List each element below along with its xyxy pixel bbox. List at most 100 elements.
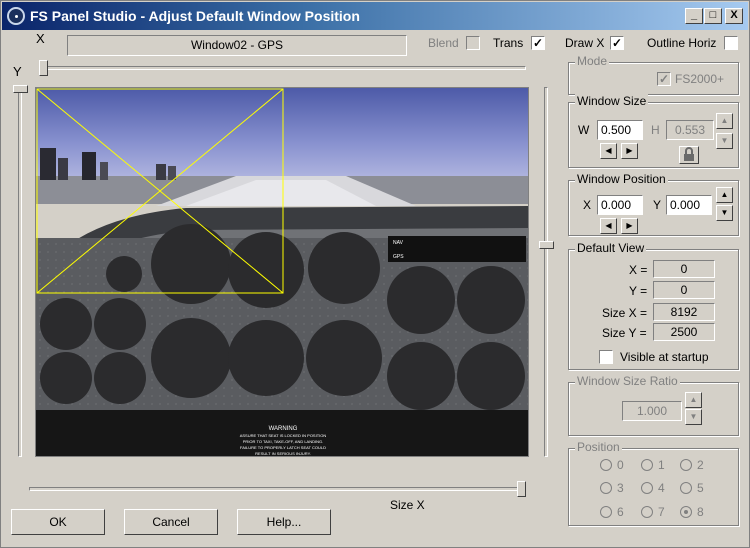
fs2000-checkbox[interactable]: ✓ bbox=[657, 72, 671, 86]
position-x-decrease-button[interactable]: ◀ bbox=[600, 218, 617, 234]
position-radio-7[interactable] bbox=[641, 506, 653, 518]
mode-group: Mode ✓ FS2000+ bbox=[568, 54, 739, 95]
outline-horiz-checkbox[interactable] bbox=[724, 36, 738, 50]
position-radio-0-label: 0 bbox=[617, 458, 624, 472]
close-button[interactable]: X bbox=[725, 8, 743, 24]
ratio-spin-up[interactable]: ▲ bbox=[685, 392, 702, 408]
position-y-input[interactable]: 0.000 bbox=[666, 195, 712, 215]
outline-horiz-label: Outline Horiz bbox=[647, 36, 717, 50]
width-increase-button[interactable]: ▶ bbox=[621, 143, 638, 159]
size-x-label: Size X bbox=[390, 498, 425, 512]
panel-preview[interactable]: NAV GPS WARNING ASSURE THAT SEAT IS LOCK… bbox=[35, 87, 529, 457]
cancel-button[interactable]: Cancel bbox=[124, 509, 218, 535]
warning-line-2: PRIOR TO TAXI, TAKE-OFF, AND LANDING. bbox=[243, 439, 323, 444]
ratio-spin-down[interactable]: ▼ bbox=[685, 409, 702, 425]
default-view-y-label: Y = bbox=[629, 284, 648, 298]
trans-checkbox[interactable]: ✓ bbox=[531, 36, 545, 50]
ratio-input[interactable]: 1.000 bbox=[622, 401, 682, 421]
blend-label: Blend bbox=[428, 36, 459, 50]
position-radio-8-label: 8 bbox=[697, 505, 704, 519]
position-y-spin-up[interactable]: ▲ bbox=[716, 187, 733, 203]
size-x-slider-thumb[interactable] bbox=[517, 481, 526, 497]
window-size-group: Window Size W 0.500 H 0.553 ▲ ▼ ◀ ▶ bbox=[568, 94, 739, 168]
default-view-size-x-value: 8192 bbox=[653, 303, 715, 321]
draw-x-label: Draw X bbox=[565, 36, 605, 50]
lock-aspect-button[interactable] bbox=[679, 146, 699, 164]
position-x-input[interactable]: 0.000 bbox=[597, 195, 643, 215]
position-group: Position 0 1 2 3 4 5 6 7 8 bbox=[568, 440, 739, 526]
size-y-slider-thumb[interactable] bbox=[539, 241, 554, 249]
y-position-slider-thumb[interactable] bbox=[13, 85, 28, 93]
fs2000-label: FS2000+ bbox=[675, 72, 725, 86]
mode-group-title: Mode bbox=[575, 54, 610, 68]
window-size-ratio-group: Window Size Ratio 1.000 ▲ ▼ bbox=[568, 374, 739, 436]
height-spin-down[interactable]: ▼ bbox=[716, 133, 733, 149]
height-input[interactable]: 0.553 bbox=[666, 120, 714, 140]
position-radio-3-label: 3 bbox=[617, 481, 624, 495]
default-view-size-y-label: Size Y = bbox=[602, 326, 647, 340]
window-position-group: Window Position X 0.000 Y 0.000 ▲ ▼ ◀ ▶ bbox=[568, 172, 739, 236]
default-view-x-label: X = bbox=[629, 263, 648, 277]
x-position-slider-track[interactable] bbox=[41, 66, 526, 70]
minimize-button[interactable]: _ bbox=[685, 8, 703, 24]
position-radio-5-label: 5 bbox=[697, 481, 704, 495]
width-input[interactable]: 0.500 bbox=[597, 120, 643, 140]
window-title: FS Panel Studio - Adjust Default Window … bbox=[30, 8, 360, 24]
visible-at-startup-checkbox[interactable] bbox=[599, 350, 613, 364]
warning-line-4: RESULT IN SERIOUS INJURY. bbox=[255, 451, 311, 456]
width-label: W bbox=[578, 123, 590, 137]
gps-label: GPS bbox=[393, 254, 404, 260]
position-radio-6-label: 6 bbox=[617, 505, 624, 519]
default-view-y-value: 0 bbox=[653, 281, 715, 299]
window-size-group-title: Window Size bbox=[575, 94, 649, 108]
position-radio-7-label: 7 bbox=[658, 505, 665, 519]
y-position-slider-track[interactable] bbox=[18, 87, 22, 457]
position-x-increase-button[interactable]: ▶ bbox=[621, 218, 638, 234]
position-radio-2-label: 2 bbox=[697, 458, 704, 472]
warning-title: WARNING bbox=[269, 426, 298, 432]
position-radio-4[interactable] bbox=[641, 482, 653, 494]
position-radio-3[interactable] bbox=[600, 482, 612, 494]
cockpit-preview-image: NAV GPS WARNING ASSURE THAT SEAT IS LOCK… bbox=[36, 88, 528, 456]
draw-x-checkbox[interactable]: ✓ bbox=[610, 36, 624, 50]
position-x-label: X bbox=[583, 198, 592, 212]
ok-button[interactable]: OK bbox=[11, 509, 105, 535]
default-view-group-title: Default View bbox=[575, 241, 647, 255]
window-position-group-title: Window Position bbox=[575, 172, 668, 186]
x-position-slider-thumb[interactable] bbox=[39, 60, 48, 76]
trans-label: Trans bbox=[493, 36, 524, 50]
position-radio-0[interactable] bbox=[600, 459, 612, 471]
position-radio-8[interactable] bbox=[680, 506, 692, 518]
position-radio-4-label: 4 bbox=[658, 481, 665, 495]
width-decrease-button[interactable]: ◀ bbox=[600, 143, 617, 159]
position-group-title: Position bbox=[575, 440, 622, 454]
window-size-ratio-group-title: Window Size Ratio bbox=[575, 374, 680, 388]
title-bar[interactable]: FS Panel Studio - Adjust Default Window … bbox=[2, 2, 748, 30]
default-view-x-value: 0 bbox=[653, 260, 715, 278]
position-radio-6[interactable] bbox=[600, 506, 612, 518]
help-button[interactable]: Help... bbox=[237, 509, 331, 535]
app-icon bbox=[7, 7, 25, 25]
default-view-size-y-value: 2500 bbox=[653, 323, 715, 341]
nav-label: NAV bbox=[393, 240, 404, 246]
lock-icon bbox=[684, 147, 694, 161]
height-spin-up[interactable]: ▲ bbox=[716, 113, 733, 129]
visible-at-startup-label: Visible at startup bbox=[620, 350, 709, 364]
position-radio-2[interactable] bbox=[680, 459, 692, 471]
size-y-slider-track[interactable] bbox=[544, 87, 548, 457]
default-view-group: Default View X = 0 Y = 0 Size X = 8192 S… bbox=[568, 241, 739, 370]
app-window: FS Panel Studio - Adjust Default Window … bbox=[0, 0, 750, 548]
position-y-label: Y bbox=[653, 198, 662, 212]
x-axis-label: X bbox=[36, 31, 45, 46]
maximize-button[interactable]: □ bbox=[704, 8, 722, 24]
y-axis-label: Y bbox=[13, 64, 22, 79]
position-radio-5[interactable] bbox=[680, 482, 692, 494]
warning-line-1: ASSURE THAT SEAT IS LOCKED IN POSITION bbox=[240, 433, 327, 438]
position-radio-1[interactable] bbox=[641, 459, 653, 471]
position-y-spin-down[interactable]: ▼ bbox=[716, 205, 733, 221]
position-radio-1-label: 1 bbox=[658, 458, 665, 472]
warning-line-3: FAILURE TO PROPERLY LATCH SEAT COULD bbox=[240, 445, 326, 450]
size-x-slider-track[interactable] bbox=[29, 487, 525, 491]
blend-checkbox[interactable] bbox=[466, 36, 480, 50]
height-label: H bbox=[651, 123, 660, 137]
